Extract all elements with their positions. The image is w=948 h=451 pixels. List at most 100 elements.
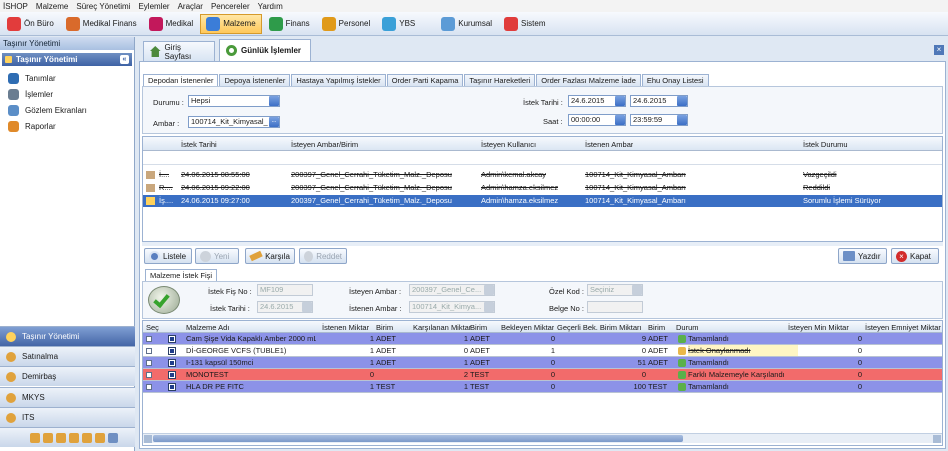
module-shortcut-icon[interactable] [69, 432, 79, 443]
ambar-field[interactable]: 100714_Kit_Kimyasal_... [188, 116, 280, 128]
table-row[interactable]: Cam Şişe Vida Kapaklı Amber 2000 mL 1 ADET… [143, 333, 942, 345]
chevron-down-icon[interactable] [677, 96, 687, 106]
subtab-3[interactable]: Order Parti Kapama [386, 74, 464, 86]
subtab-0[interactable]: Depodan İstenenler [143, 74, 219, 86]
column-header[interactable]: İsteyen Ambar/Birim [291, 139, 358, 150]
column-header[interactable]: Birim [470, 322, 487, 333]
istenen-ambar-field[interactable]: 100714_Kit_Kimya... [409, 301, 495, 313]
module-shortcut-icon[interactable] [56, 432, 66, 443]
table-row[interactable]: İ.... 24.06.2015 08:55:00 200397_Genel_Cer… [143, 169, 942, 181]
column-header[interactable]: Birim [648, 322, 665, 333]
scroll-right-icon[interactable] [933, 435, 941, 443]
nav-demirbaş[interactable]: Demirbaş [0, 366, 135, 386]
scroll-left-icon[interactable] [144, 435, 152, 443]
sidebar-item-tanımlar[interactable]: Tanımlar [0, 70, 134, 86]
column-header[interactable]: Geçerli Bek. Birim Miktarı [557, 322, 642, 333]
yazdir-button[interactable]: Yazdır [838, 248, 887, 264]
chevron-down-icon[interactable] [302, 302, 312, 312]
table-row[interactable]: Dİ-GEORGE VCFS (TUBLE1) 1 ADET 0 ADET 1 0 ADET İ… [143, 345, 942, 357]
chevron-down-icon[interactable] [269, 96, 279, 106]
column-header[interactable]: İsteyen Emniyet Miktar [865, 322, 941, 333]
date-from-field[interactable]: 24.6.2015 [568, 95, 626, 107]
column-header[interactable]: İsteyen Min Miktar [788, 322, 849, 333]
table-row[interactable]: İş.... 24.06.2015 09:27:00 200397_Genel_Ce… [143, 195, 942, 207]
nav-satınalma[interactable]: Satınalma [0, 346, 135, 366]
isteyen-ambar-field[interactable]: 200397_Genel_Ce... [409, 284, 495, 296]
toolbar-report-button[interactable]: YBS [377, 14, 420, 34]
select-checkbox[interactable] [168, 359, 176, 367]
menu-ishop[interactable]: İSHOP [3, 2, 28, 11]
chevron-down-icon[interactable] [632, 285, 642, 295]
menu-malzeme[interactable]: Malzeme [36, 2, 68, 11]
scroll-thumb[interactable] [153, 435, 683, 442]
durum-select[interactable]: Hepsi [188, 95, 280, 107]
kapat-button[interactable]: × Kapat [891, 248, 939, 264]
nav-mkys[interactable]: MKYS [0, 387, 135, 407]
expand-icon[interactable] [146, 360, 152, 366]
toolbar-finance-button[interactable]: Finans [264, 14, 315, 34]
toolbar-home-button[interactable]: Ön Büro [2, 14, 59, 34]
toolbar-building-button[interactable]: Kurumsal [436, 14, 497, 34]
column-header[interactable]: Malzeme Adı [186, 322, 229, 333]
column-header[interactable]: İstenen Miktar [322, 322, 369, 333]
ellipsis-icon[interactable] [484, 285, 494, 295]
spinner-icon[interactable] [677, 115, 687, 125]
listele-button[interactable]: Listele [144, 248, 192, 264]
subtab-6[interactable]: Ehu Onay Listesi [641, 74, 709, 86]
select-checkbox[interactable] [168, 347, 176, 355]
ozel-kod-select[interactable]: Seçiniz [587, 284, 643, 296]
left-panel-group-header[interactable]: Taşınır Yönetimi « [2, 53, 132, 66]
module-shortcut-icon[interactable] [95, 432, 105, 443]
nav-its[interactable]: ITS [0, 407, 135, 427]
sidebar-item-i-şlemler[interactable]: İşlemler [0, 86, 134, 102]
sidebar-item-gözlem-ekranları[interactable]: Gözlem Ekranları [0, 102, 134, 118]
yeni-button[interactable]: Yeni [195, 248, 239, 264]
splitter[interactable] [142, 242, 943, 246]
subtab-5[interactable]: Order Fazlası Malzeme İade [536, 74, 641, 86]
date-to-field[interactable]: 24.6.2015 [630, 95, 688, 107]
menu-yardim[interactable]: Yardım [258, 2, 283, 11]
toolbar-medical-button[interactable]: Medikal [144, 14, 199, 34]
fis-tarih-field[interactable]: 24.6.2015 [257, 301, 313, 313]
column-header[interactable]: İstek Durumu [803, 139, 848, 150]
ellipsis-icon[interactable] [484, 302, 494, 312]
select-checkbox[interactable] [168, 335, 176, 343]
belge-no-field[interactable] [587, 301, 643, 313]
filter-row[interactable] [143, 151, 942, 165]
column-header[interactable]: Birim [376, 322, 393, 333]
menu-araclar[interactable]: Araçlar [178, 2, 203, 11]
table-row[interactable]: I-131 kapsül 150mci 1 ADET 1 ADET 0 51 ADET Tama… [143, 357, 942, 369]
table-row[interactable]: R.... 24.06.2015 09:22:00 200397_Genel_Cer… [143, 182, 942, 194]
ellipsis-icon[interactable]: ... [269, 117, 279, 127]
subtab-1[interactable]: Depoya İstenenler [219, 74, 291, 86]
subtab-2[interactable]: Hastaya Yapılmış İstekler [291, 74, 386, 86]
toolbar-tools-button[interactable]: Medikal Finans [61, 14, 142, 34]
toolbar-supply-button[interactable]: Malzeme [200, 13, 262, 34]
time-from-field[interactable]: 00:00:00 [568, 114, 626, 126]
toolbar-system-button[interactable]: Sistem [499, 14, 550, 34]
module-shortcut-icon[interactable] [82, 432, 92, 443]
menu-eylemler[interactable]: Eylemler [138, 2, 169, 11]
select-checkbox[interactable] [168, 383, 176, 391]
column-header[interactable]: Karşılanan Miktar [413, 322, 471, 333]
fis-no-field[interactable]: MF109 [257, 284, 313, 296]
column-header[interactable]: Durum [676, 322, 699, 333]
close-icon[interactable]: × [934, 45, 944, 55]
spinner-icon[interactable] [615, 115, 625, 125]
module-shortcut-icon[interactable] [30, 432, 40, 443]
tab-gunluk-islemler[interactable]: Günlük İşlemler [219, 39, 311, 61]
module-shortcut-icon[interactable] [43, 432, 53, 443]
chevron-down-icon[interactable] [615, 96, 625, 106]
subtab-4[interactable]: Taşınır Hareketleri [464, 74, 536, 86]
reddet-button[interactable]: Reddet [299, 248, 347, 264]
nav-taşınır-yönetimi[interactable]: Taşınır Yönetimi [0, 326, 135, 346]
column-header[interactable]: İsteyen Kullanıcı [481, 139, 536, 150]
column-header[interactable]: Seç [146, 322, 159, 333]
sidebar-item-raporlar[interactable]: Raporlar [0, 118, 134, 134]
column-header[interactable]: İstek Tarihi [181, 139, 217, 150]
column-header[interactable]: İstenen Ambar [585, 139, 633, 150]
collapse-icon[interactable]: « [120, 55, 129, 64]
menu-surec-yonetimi[interactable]: Süreç Yönetimi [76, 2, 130, 11]
chevron-down-icon[interactable] [108, 432, 118, 443]
time-to-field[interactable]: 23:59:59 [630, 114, 688, 126]
